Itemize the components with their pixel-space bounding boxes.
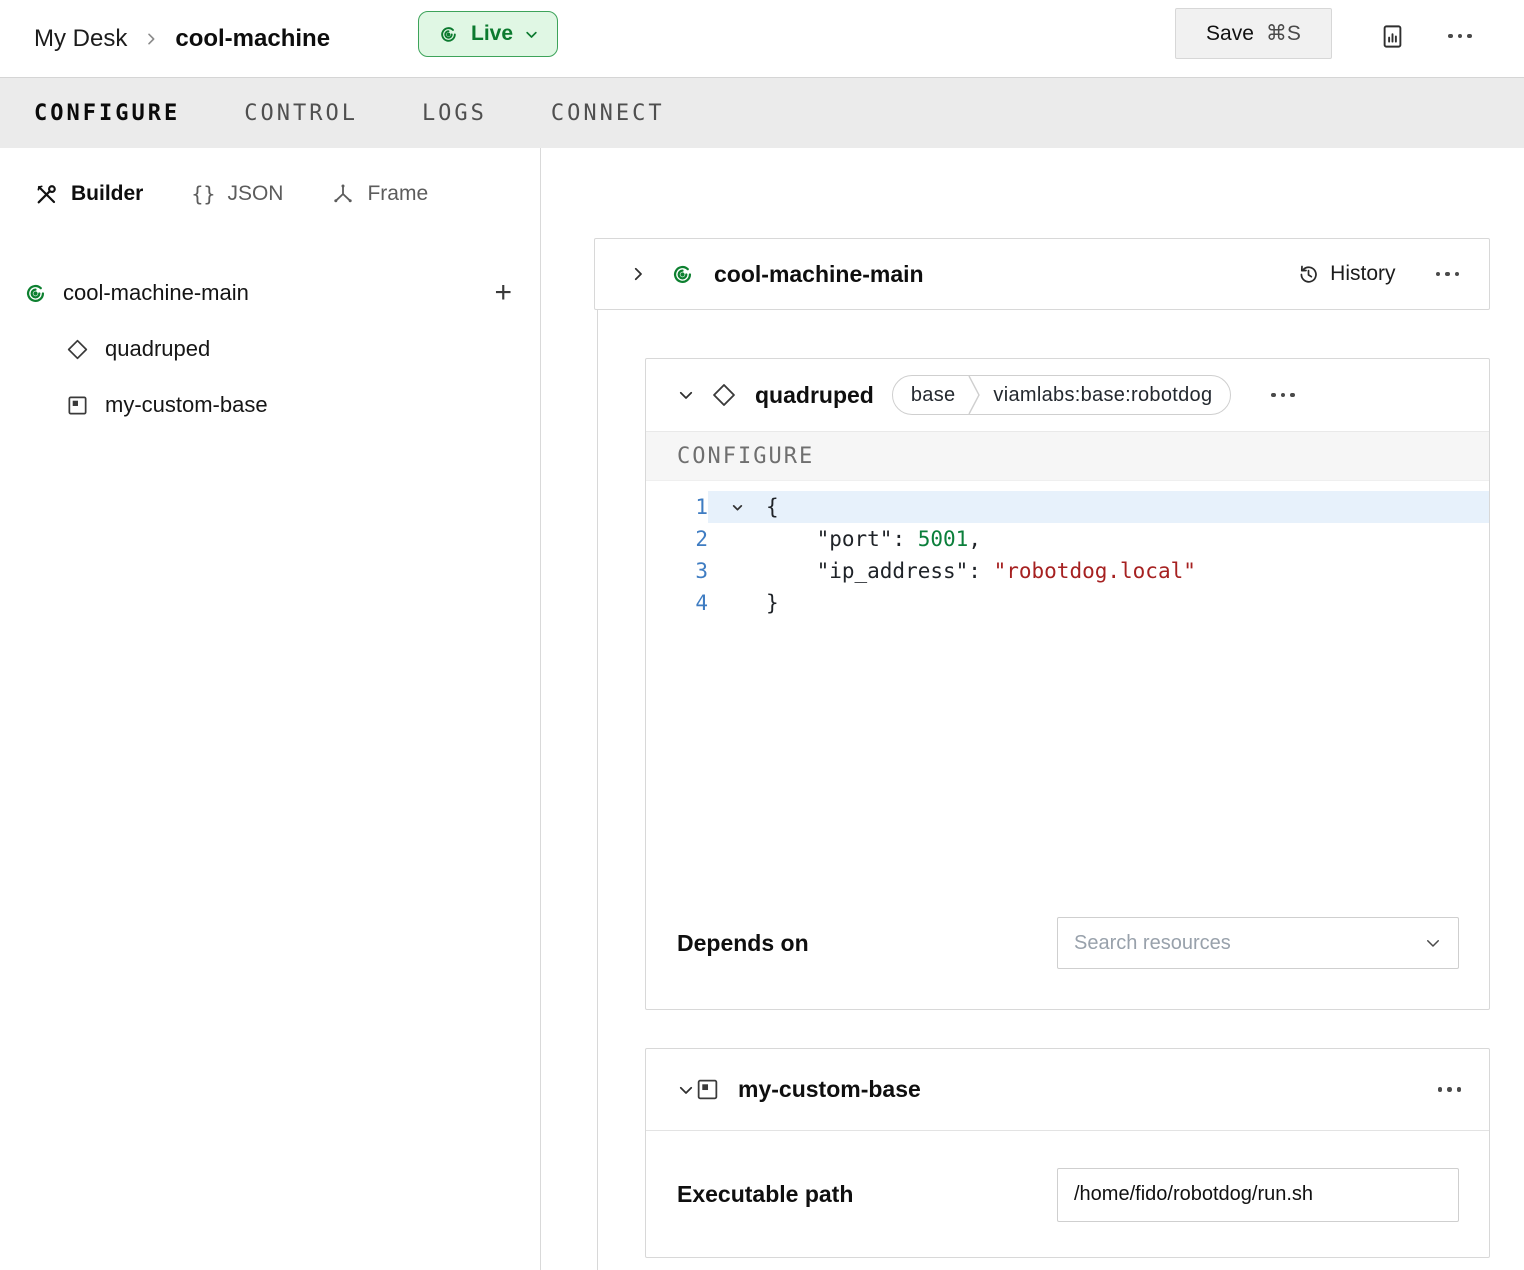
quadruped-card-menu-button[interactable]	[1271, 393, 1295, 398]
diamond-icon	[711, 382, 737, 408]
tree-item-label: cool-machine-main	[63, 280, 249, 306]
save-shortcut: ⌘S	[1266, 21, 1301, 46]
save-button[interactable]: Save ⌘S	[1175, 8, 1332, 59]
depends-on-label: Depends on	[677, 930, 809, 957]
collapse-card-button[interactable]	[677, 386, 695, 404]
machine-status-label: Live	[471, 22, 513, 46]
base-card-menu-button[interactable]	[1438, 1087, 1462, 1092]
quadruped-card: quadruped base viamlabs:base:robotdog CO…	[645, 358, 1490, 1010]
view-toggle-frame[interactable]: Frame	[331, 182, 428, 206]
module-icon	[66, 394, 89, 417]
badge-type-label: base	[893, 384, 968, 407]
save-button-label: Save	[1206, 22, 1254, 46]
ellipsis-icon	[1438, 1087, 1462, 1092]
line-number: 3	[646, 555, 708, 587]
my-custom-base-card-header: my-custom-base	[646, 1049, 1489, 1131]
chevron-right-icon	[143, 31, 159, 47]
live-icon	[437, 23, 460, 46]
machine-card-menu-button[interactable]	[1436, 272, 1460, 277]
machine-main-card: cool-machine-main History	[594, 238, 1490, 310]
badge-separator-icon	[967, 375, 981, 415]
view-toggle-builder[interactable]: Builder	[34, 182, 143, 207]
expand-card-button[interactable]	[629, 265, 647, 283]
code-line-text: "ip_address": "robotdog.local"	[766, 555, 1196, 587]
view-toggle-frame-label: Frame	[367, 182, 428, 206]
frame-axes-icon	[331, 182, 355, 206]
ellipsis-icon	[1448, 34, 1472, 39]
breadcrumb-current: cool-machine	[175, 25, 330, 53]
json-braces-icon: {}	[191, 182, 215, 206]
quadruped-card-title: quadruped	[755, 382, 874, 409]
component-type-badge: base viamlabs:base:robotdog	[892, 375, 1232, 415]
machine-config-page: My Desk cool-machine Live Save ⌘S	[0, 0, 1524, 1270]
my-custom-base-card: my-custom-base Executable path	[645, 1048, 1490, 1258]
machine-status-dropdown[interactable]: Live	[418, 11, 558, 57]
fold-chevron-icon[interactable]	[708, 491, 766, 523]
ellipsis-icon	[1436, 272, 1460, 277]
code-editor[interactable]: 1{2 "port": 5001,3 "ip_address": "robotd…	[646, 481, 1489, 619]
header-menu-button[interactable]	[1440, 16, 1480, 56]
sidebar: Builder {} JSON Frame	[0, 148, 541, 1270]
chevron-down-icon	[1424, 934, 1442, 952]
machine-card-title: cool-machine-main	[714, 261, 924, 288]
code-line-text: }	[766, 587, 779, 619]
tree-item-machine-main[interactable]: cool-machine-main +	[0, 265, 540, 321]
view-toggle-json-label: JSON	[227, 182, 283, 206]
chevron-right-icon	[629, 265, 647, 283]
view-toggle-json[interactable]: {} JSON	[191, 182, 283, 206]
executable-path-label: Executable path	[677, 1181, 853, 1208]
history-label: History	[1330, 262, 1395, 286]
depends-on-row: Depends on	[677, 917, 1459, 969]
history-icon	[1297, 263, 1320, 286]
line-number: 1	[646, 491, 708, 523]
code-line[interactable]: 1{	[646, 491, 1489, 523]
document-chart-icon	[1379, 23, 1406, 50]
tab-connect[interactable]: CONNECT	[551, 101, 665, 126]
tab-configure[interactable]: CONFIGURE	[34, 101, 180, 126]
quadruped-card-header: quadruped base viamlabs:base:robotdog	[646, 359, 1489, 431]
badge-model-label: viamlabs:base:robotdog	[981, 384, 1230, 407]
code-line[interactable]: 2 "port": 5001,	[646, 523, 1489, 555]
component-tree: cool-machine-main + quadruped my-custom-…	[0, 265, 540, 433]
live-icon	[22, 280, 49, 307]
my-custom-base-card-body: Executable path	[646, 1131, 1489, 1258]
collapse-card-button[interactable]	[677, 1081, 695, 1099]
live-icon	[669, 261, 696, 288]
chevron-down-icon	[524, 27, 539, 42]
configure-section-label: CONFIGURE	[677, 444, 814, 469]
history-button[interactable]: History	[1297, 262, 1395, 286]
diamond-icon	[66, 338, 89, 361]
tree-item-my-custom-base[interactable]: my-custom-base	[0, 377, 540, 433]
configure-section-bar: CONFIGURE	[646, 431, 1489, 481]
code-line[interactable]: 4}	[646, 587, 1489, 619]
view-mode-toggle: Builder {} JSON Frame	[0, 148, 540, 240]
executable-path-input[interactable]	[1057, 1168, 1459, 1222]
code-line[interactable]: 3 "ip_address": "robotdog.local"	[646, 555, 1489, 587]
tree-item-label: quadruped	[105, 336, 210, 362]
breadcrumb-parent-link[interactable]: My Desk	[34, 25, 127, 53]
chevron-down-icon	[677, 386, 695, 404]
tab-bar: CONFIGURE CONTROL LOGS CONNECT	[0, 77, 1524, 148]
tab-logs[interactable]: LOGS	[422, 101, 487, 126]
code-line-text: {	[766, 491, 779, 523]
header: My Desk cool-machine Live Save ⌘S	[0, 0, 1524, 77]
view-toggle-builder-label: Builder	[71, 182, 143, 206]
line-number: 2	[646, 523, 708, 555]
search-resources-input[interactable]	[1074, 932, 1424, 955]
tree-item-label: my-custom-base	[105, 392, 268, 418]
code-line-text: "port": 5001,	[766, 523, 981, 555]
chevron-down-icon	[677, 1081, 695, 1099]
breadcrumb: My Desk cool-machine	[34, 0, 330, 77]
ellipsis-icon	[1271, 393, 1295, 398]
depends-on-select[interactable]	[1057, 917, 1459, 969]
add-component-button[interactable]: +	[494, 278, 512, 308]
module-icon	[695, 1077, 720, 1102]
tree-item-quadruped[interactable]: quadruped	[0, 321, 540, 377]
card-connector-line	[597, 310, 598, 1270]
builder-tools-icon	[34, 182, 59, 207]
report-button[interactable]	[1372, 16, 1412, 56]
my-custom-base-card-title: my-custom-base	[738, 1076, 921, 1103]
tab-control[interactable]: CONTROL	[244, 101, 358, 126]
line-number: 4	[646, 587, 708, 619]
